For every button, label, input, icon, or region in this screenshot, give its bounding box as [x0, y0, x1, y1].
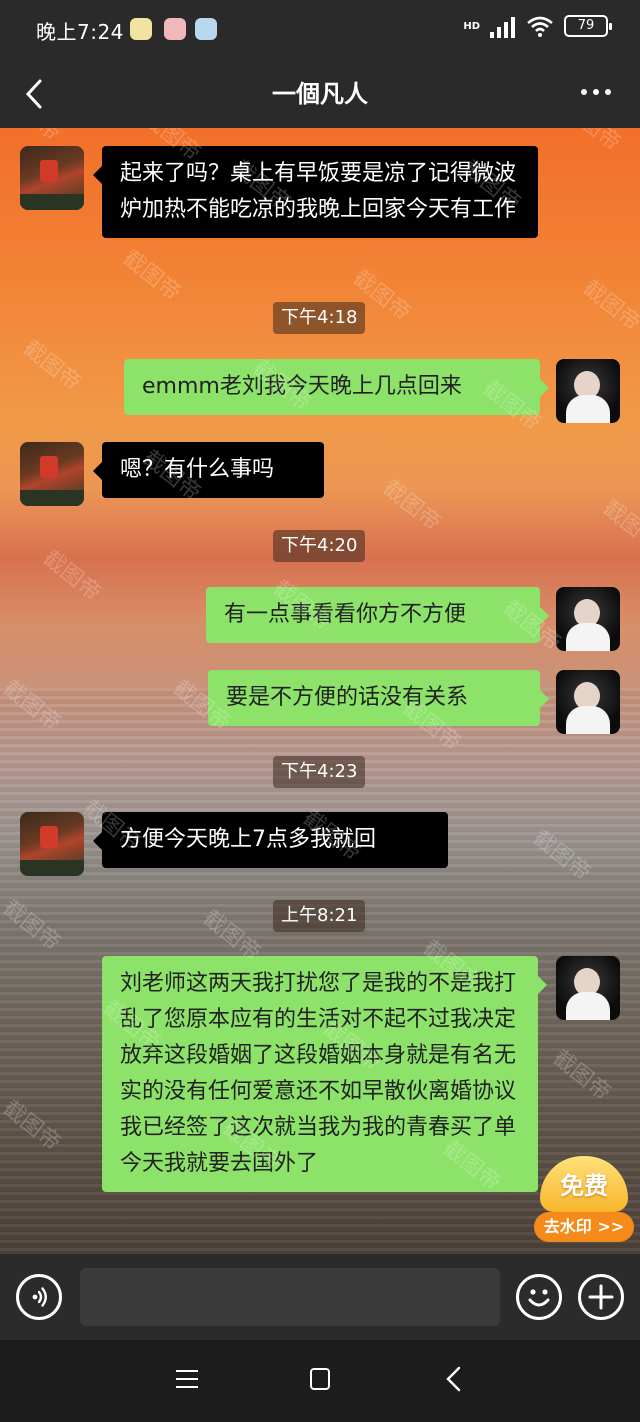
battery-icon: 79 [564, 15, 612, 37]
chat-header: 一個凡人 [0, 60, 640, 128]
more-functions-button[interactable] [578, 1274, 624, 1320]
plus-icon [588, 1284, 614, 1310]
system-back-button[interactable] [444, 1366, 464, 1392]
dot-icon [581, 89, 587, 95]
message-bubble-received[interactable]: 嗯？有什么事吗 [93, 442, 324, 498]
network-type-label: HD [463, 20, 480, 32]
smiley-icon [528, 1289, 550, 1307]
my-avatar[interactable] [556, 587, 620, 651]
message-bubble-received[interactable]: 方便今天晚上7点多我就回 [93, 812, 448, 868]
timestamp: 下午4:18 [273, 302, 366, 334]
input-bar [0, 1254, 640, 1340]
message-bubble-sent[interactable]: 有一点事看看你方不方便 [206, 587, 549, 643]
watermark-text: 截图帝 [577, 275, 640, 337]
remove-watermark-badge[interactable]: 免费 去水印 >> [534, 1156, 634, 1246]
watermark-text: 截图帝 [17, 335, 86, 397]
dot-icon [605, 89, 611, 95]
message-input[interactable] [80, 1268, 500, 1326]
timestamp: 下午4:20 [273, 530, 366, 562]
home-button[interactable] [310, 1368, 330, 1390]
system-navigation-bar [0, 1340, 640, 1422]
chat-area[interactable]: 起来了吗？桌上有早饭要是凉了记得微波炉加热不能吃凉的我晚上回家今天有工作 下午4… [0, 128, 640, 1254]
watermark-text: 截图帝 [557, 128, 629, 157]
notification-app-icon [164, 18, 186, 40]
signal-icon [490, 14, 516, 38]
message-bubble-received[interactable]: 起来了吗？桌上有早饭要是凉了记得微波炉加热不能吃凉的我晚上回家今天有工作 [93, 146, 538, 238]
message-bubble-sent[interactable]: 刘老师这两天我打扰您了是我的不是我打乱了您原本应有的生活对不起不过我决定放弃这段… [102, 956, 547, 1192]
contact-avatar[interactable] [20, 442, 84, 506]
status-bar: 晚上7:24 HD 79 [0, 0, 640, 60]
contact-avatar[interactable] [20, 812, 84, 876]
notification-app-icon [130, 18, 152, 40]
my-avatar[interactable] [556, 956, 620, 1020]
timestamp: 下午4:23 [273, 756, 366, 788]
free-label: 免费 [540, 1156, 628, 1212]
message-bubble-sent[interactable]: 要是不方便的话没有关系 [208, 670, 549, 726]
status-indicators: HD 79 [463, 14, 612, 38]
watermark-text: 截图帝 [117, 245, 186, 307]
watermark-text: 截图帝 [0, 128, 69, 147]
message-bubble-sent[interactable]: emmm老刘我今天晚上几点回来 [124, 359, 549, 415]
my-avatar[interactable] [556, 670, 620, 734]
dot-icon [593, 89, 599, 95]
remove-watermark-label: 去水印 >> [534, 1212, 634, 1242]
emoji-button[interactable] [516, 1274, 562, 1320]
my-avatar[interactable] [556, 359, 620, 423]
timestamp: 上午8:21 [273, 900, 366, 932]
status-time: 晚上7:24 [36, 20, 124, 44]
contact-avatar[interactable] [20, 146, 84, 210]
voice-input-button[interactable] [16, 1274, 62, 1320]
voice-icon [32, 1287, 47, 1307]
chat-title: 一個凡人 [272, 80, 368, 108]
wifi-icon [527, 16, 553, 37]
notification-app-icon [195, 18, 217, 40]
recent-apps-button[interactable] [176, 1370, 198, 1388]
more-options-button[interactable] [578, 82, 614, 102]
